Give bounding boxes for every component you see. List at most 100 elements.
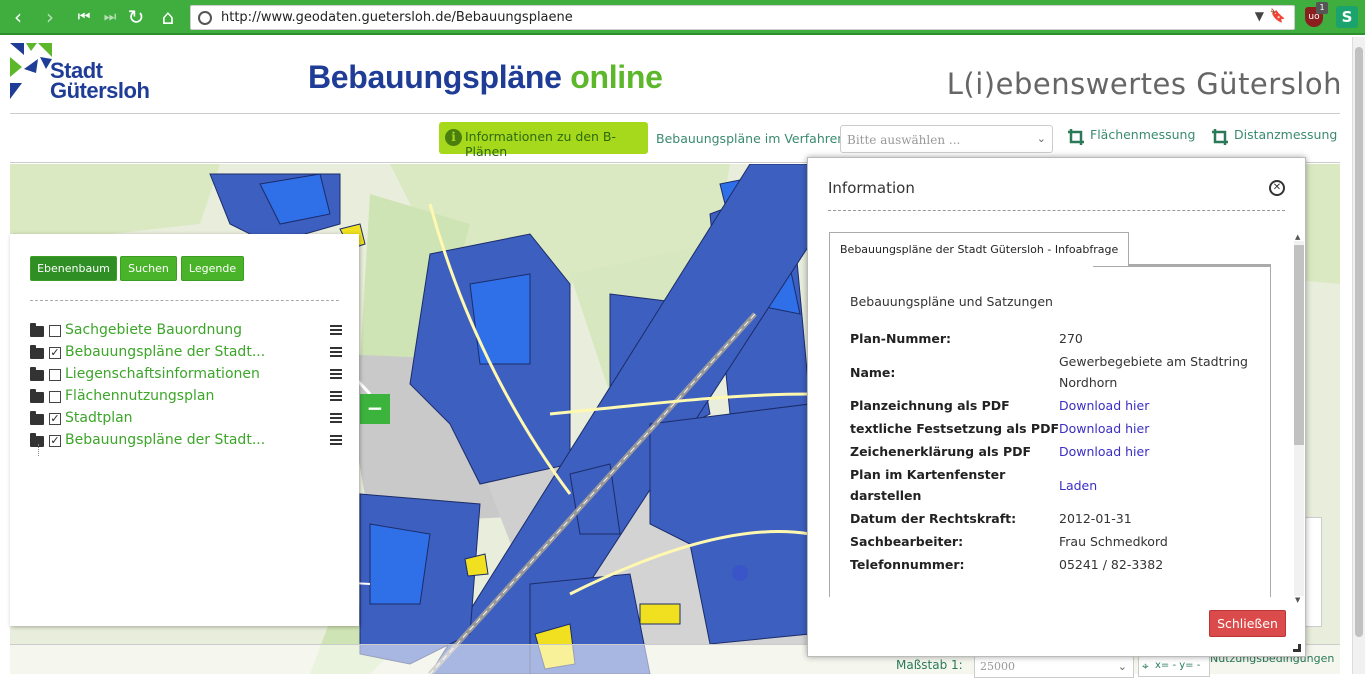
row-value: 2012-01-31 xyxy=(1059,511,1132,526)
layer-label[interactable]: Sachgebiete Bauordnung xyxy=(65,322,242,338)
layer-label[interactable]: Stadtplan xyxy=(65,410,133,426)
table-row: Plan-Nummer: 270 xyxy=(850,327,1252,350)
plan-select[interactable]: Bitte auswählen ... ⌄ xyxy=(840,125,1053,153)
page-scrollbar[interactable] xyxy=(1352,37,1365,674)
globe-icon xyxy=(198,11,212,25)
download-link[interactable]: Download hier xyxy=(1059,398,1149,413)
verfahren-link[interactable]: Bebauungspläne im Verfahren xyxy=(656,131,845,146)
scroll-down-icon[interactable]: ▼ xyxy=(1295,596,1300,604)
layer-row[interactable]: Flächennutzungsplan xyxy=(30,388,342,408)
download-link[interactable]: Download hier xyxy=(1059,421,1149,436)
layer-row[interactable]: Liegenschaftsinformationen xyxy=(30,366,342,386)
zoom-out-button[interactable]: − xyxy=(360,394,390,424)
scroll-up-icon[interactable]: ▲ xyxy=(1295,233,1300,241)
close-button[interactable]: Schließen xyxy=(1209,610,1286,637)
city-logo-mark xyxy=(10,43,52,99)
dialog-title: Information xyxy=(828,179,915,197)
chevron-down-icon: ⌄ xyxy=(1036,132,1046,145)
layer-checkbox[interactable] xyxy=(49,325,61,337)
address-bar[interactable]: http://www.geodaten.guetersloh.de/Bebauu… xyxy=(190,5,1295,30)
distance-measure-icon[interactable] xyxy=(1211,128,1229,146)
dialog-subtitle: Bebauungspläne und Satzungen xyxy=(850,294,1053,309)
row-key: Datum der Rechtskraft: xyxy=(850,511,1017,526)
area-measure-link[interactable]: Flächenmessung xyxy=(1090,127,1195,142)
folder-icon[interactable] xyxy=(30,367,44,381)
tab-ebenenbaum[interactable]: Ebenenbaum xyxy=(30,256,117,281)
coordinate-text: x= - y= - xyxy=(1155,660,1201,671)
scale-select[interactable]: 25000 ⌄ xyxy=(974,656,1134,678)
first-icon[interactable]: ⏮ xyxy=(72,5,96,29)
menu-icon[interactable] xyxy=(330,369,342,380)
layer-checkbox[interactable] xyxy=(49,391,61,403)
layer-row[interactable]: ✓ Bebauungspläne der Stadt... xyxy=(30,432,342,452)
folder-icon[interactable] xyxy=(30,389,44,403)
download-link[interactable]: Download hier xyxy=(1059,444,1149,459)
extension-s-icon[interactable]: S xyxy=(1336,6,1358,28)
forward-icon[interactable]: › xyxy=(38,5,62,29)
close-icon[interactable]: ✕ xyxy=(1269,180,1285,196)
layer-label[interactable]: Liegenschaftsinformationen xyxy=(65,366,260,382)
home-icon[interactable]: ⌂ xyxy=(156,5,180,29)
city-logo[interactable]: Stadt Gütersloh xyxy=(10,43,150,105)
folder-icon[interactable] xyxy=(30,433,44,447)
tagline: L(i)ebenswertes Gütersloh xyxy=(946,67,1342,101)
info-table: Plan-Nummer: 270 Name: Gewerbegebiete am… xyxy=(850,327,1252,576)
table-row: Datum der Rechtskraft: 2012-01-31 xyxy=(850,507,1252,530)
layer-checkbox[interactable]: ✓ xyxy=(49,435,61,447)
dropdown-icon[interactable]: ▼ xyxy=(1255,9,1264,23)
tab-legende[interactable]: Legende xyxy=(181,256,244,281)
layer-row[interactable]: Sachgebiete Bauordnung xyxy=(30,322,342,342)
load-link[interactable]: Laden xyxy=(1059,478,1097,493)
folder-icon[interactable] xyxy=(30,323,44,337)
menu-icon[interactable] xyxy=(330,413,342,424)
info-button[interactable]: i Informationen zu den B-Plänen xyxy=(439,122,648,159)
folder-icon[interactable] xyxy=(30,411,44,425)
row-value: 05241 / 82-3382 xyxy=(1059,557,1164,572)
page-title: Bebauungspläne online xyxy=(308,59,663,96)
layer-label[interactable]: Bebauungspläne der Stadt... xyxy=(65,432,265,448)
info-icon: i xyxy=(445,129,462,146)
folder-icon[interactable] xyxy=(30,345,44,359)
resize-handle-icon[interactable] xyxy=(1293,644,1301,652)
layer-checkbox[interactable]: ✓ xyxy=(49,413,61,425)
row-key: Plan-Nummer: xyxy=(850,331,952,346)
menu-icon[interactable] xyxy=(330,435,342,446)
area-measure-icon[interactable] xyxy=(1067,128,1085,146)
reload-icon[interactable]: ↻ xyxy=(124,5,148,29)
header-divider xyxy=(10,113,1340,114)
layer-row[interactable]: ✓ Stadtplan xyxy=(30,410,342,430)
layer-label[interactable]: Flächennutzungsplan xyxy=(65,388,214,404)
crosshair-icon: ⌖ xyxy=(1142,659,1149,673)
row-value: 270 xyxy=(1059,331,1083,346)
last-icon[interactable]: ⏭ xyxy=(98,5,122,29)
url-text[interactable]: http://www.geodaten.guetersloh.de/Bebauu… xyxy=(221,10,573,25)
row-value: Frau Schmedkord xyxy=(1059,534,1168,549)
dialog-scrollbar[interactable]: ▲ ▼ xyxy=(1294,233,1304,604)
table-row: Sachbearbeiter: Frau Schmedkord xyxy=(850,530,1252,553)
menu-icon[interactable] xyxy=(330,347,342,358)
panel-divider xyxy=(30,300,339,301)
chevron-down-icon: ⌄ xyxy=(1117,660,1127,673)
scroll-thumb[interactable] xyxy=(1294,245,1304,445)
row-key: Name: xyxy=(850,364,896,380)
layer-checkbox[interactable]: ✓ xyxy=(49,347,61,359)
menu-icon[interactable] xyxy=(330,391,342,402)
layer-row[interactable]: ✓ Bebauungspläne der Stadt... xyxy=(30,344,342,364)
title-part-2: online xyxy=(570,59,663,95)
tab-suchen[interactable]: Suchen xyxy=(120,256,177,281)
ublock-badge: 1 xyxy=(1316,2,1328,14)
menu-icon[interactable] xyxy=(330,325,342,336)
layer-checkbox[interactable] xyxy=(49,369,61,381)
logo-line-2: Gütersloh xyxy=(50,78,150,103)
plan-select-placeholder: Bitte auswählen ... xyxy=(847,133,961,147)
bookmark-icon[interactable]: 🔖 xyxy=(1270,9,1286,24)
scale-value: 25000 xyxy=(980,660,1015,673)
distance-measure-link[interactable]: Distanzmessung xyxy=(1234,127,1337,142)
page-scroll-thumb[interactable] xyxy=(1355,47,1363,637)
city-logo-text: Stadt Gütersloh xyxy=(50,60,150,103)
tab-infoabfrage[interactable]: Bebauungspläne der Stadt Gütersloh - Inf… xyxy=(829,232,1130,266)
row-value: Gewerbegebiete am Stadtring Nordhorn xyxy=(1059,354,1248,390)
back-icon[interactable]: ‹ xyxy=(6,5,30,29)
table-row: Zeichenerklärung als PDF Download hier xyxy=(850,440,1252,463)
layer-label[interactable]: Bebauungspläne der Stadt... xyxy=(65,344,265,360)
